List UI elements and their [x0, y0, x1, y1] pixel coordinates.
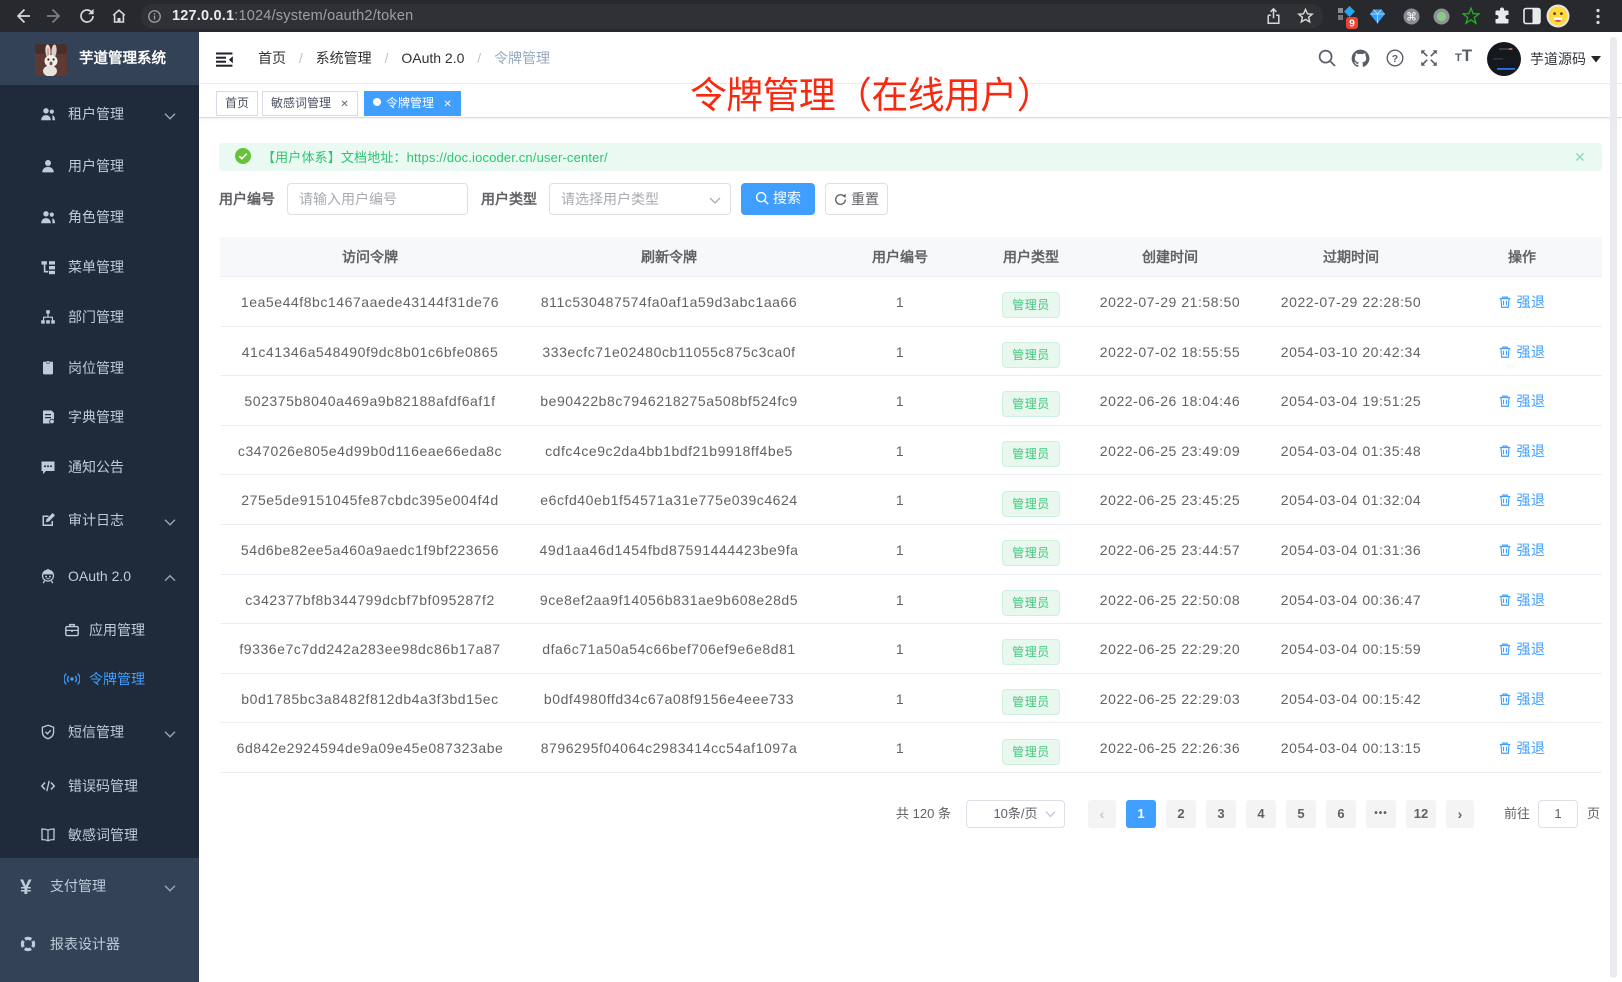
svg-text:?: ? — [1392, 53, 1398, 65]
svg-text:9: 9 — [1349, 19, 1355, 30]
svg-text:⌘: ⌘ — [1406, 12, 1417, 24]
